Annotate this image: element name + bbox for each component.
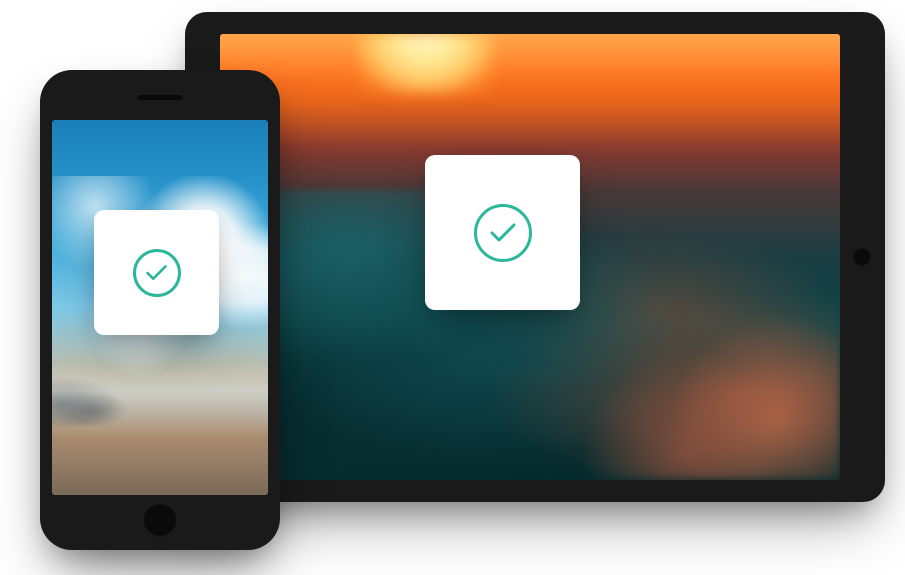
phone-home-button[interactable] (143, 503, 177, 537)
tablet-home-button[interactable] (853, 248, 871, 266)
checkmark-icon (145, 264, 168, 282)
checkmark-circle-icon (133, 249, 181, 297)
tablet-image-sun (356, 34, 496, 94)
phone-success-badge (94, 210, 219, 335)
checkmark-circle-icon (474, 204, 532, 262)
phone-speaker (138, 95, 183, 100)
tablet-success-badge (425, 155, 580, 310)
checkmark-icon (489, 222, 517, 244)
phone-image-beach (52, 364, 268, 495)
tablet-image-glow (220, 34, 840, 154)
